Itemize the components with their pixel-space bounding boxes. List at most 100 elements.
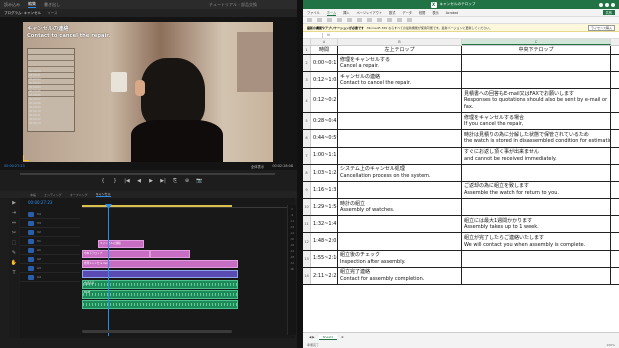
cell-upper-left-caption[interactable] <box>338 89 462 113</box>
menu-import[interactable]: 読み込み <box>4 2 20 8</box>
row-number[interactable]: 9 <box>303 181 311 199</box>
minimize-icon[interactable] <box>599 2 603 7</box>
transport-button[interactable]: ▶| <box>160 178 166 184</box>
clip-audio-a3[interactable] <box>82 300 238 309</box>
timeline-tab[interactable]: 本編 <box>30 193 36 197</box>
sum-icon[interactable] <box>397 18 402 22</box>
cell-time[interactable]: 2:11~2:23 <box>311 267 338 285</box>
cell-bottom-center-caption[interactable]: すぐにお返し頂く事が出来ません and cannot be received im… <box>462 147 611 164</box>
cell-time[interactable]: 0:12~0:27 <box>311 89 338 113</box>
ribbon-tab[interactable]: Acrobat <box>446 11 458 15</box>
clip-subtitle-v2b[interactable] <box>150 250 190 258</box>
wrap-icon[interactable] <box>347 18 352 22</box>
insert-icon[interactable] <box>387 18 392 22</box>
ribbon-tab[interactable]: 校閲 <box>419 10 425 15</box>
add-sheet-icon[interactable]: ⊕ <box>341 335 344 339</box>
cell-time[interactable]: 1:29~1:54 <box>311 199 338 216</box>
clip-audio-a1[interactable]: 会話音声 <box>82 280 238 289</box>
tool-icon[interactable]: ✎ <box>12 250 16 256</box>
cell-bottom-center-caption[interactable] <box>462 55 611 72</box>
cell-bottom-center-caption[interactable] <box>462 199 611 216</box>
cell-upper-left-caption[interactable] <box>338 147 462 164</box>
cell-time[interactable]: 1:00~1:15 <box>311 147 338 164</box>
cell-time[interactable]: 1:48~2:03 <box>311 233 338 250</box>
track-target-toggle[interactable] <box>28 256 34 262</box>
transport-button[interactable]: ⊕ <box>184 178 190 184</box>
work-area-bar[interactable] <box>82 205 232 207</box>
menu-export[interactable]: 書き出し <box>44 2 60 8</box>
monitor-fit-select[interactable]: 全体表示 <box>251 164 265 169</box>
timeline-timecode[interactable]: 00:00:27:23 <box>28 200 52 205</box>
name-box[interactable] <box>305 32 323 38</box>
cell-upper-left-caption[interactable]: 組立後のチェック Inspection after assembly. <box>338 250 462 267</box>
cell-time[interactable]: 1:03~1:28 <box>311 164 338 181</box>
timeline-ruler[interactable] <box>82 201 294 208</box>
ribbon-tab[interactable]: 表示 <box>432 10 438 15</box>
row-number[interactable]: 7 <box>303 147 311 164</box>
ribbon-tab[interactable]: ページレイアウト <box>357 10 382 15</box>
fx-icon[interactable]: fx <box>327 33 330 37</box>
cell-upper-left-caption[interactable]: キャンセルの連絡 Contact to cancel the repair. <box>338 72 462 89</box>
clip-video-v1[interactable]: 修理キャンセル.mp4 <box>82 260 238 268</box>
cell-upper-left-caption[interactable]: 時計の組立 Assembly of watches. <box>338 199 462 216</box>
cell-time[interactable]: 1:55~2:10 <box>311 250 338 267</box>
cell-bottom-center-caption[interactable] <box>462 164 611 181</box>
zoom-level[interactable]: 100% <box>606 343 615 347</box>
tab-program[interactable]: プログラム: キャンセル <box>4 11 41 16</box>
cell-time[interactable]: 0:00~0:12 <box>311 55 338 72</box>
cell-upper-left-caption[interactable]: 組立完了連絡 Contact for assembly completion. <box>338 267 462 285</box>
clip-title-v3[interactable]: キャンセルの連絡 <box>98 240 144 248</box>
ribbon-tab[interactable]: データ <box>402 10 412 15</box>
header-cell-bottom-center[interactable]: 中央下テロップ <box>462 46 611 54</box>
clip-subtitle-v2[interactable]: 中央下テロップ <box>82 250 150 258</box>
transport-button[interactable]: ◀ <box>136 178 142 184</box>
track-target-toggle[interactable] <box>28 229 34 235</box>
ribbon-tab[interactable]: 挿入 <box>343 10 349 15</box>
timeline-tab[interactable]: オープニング <box>70 193 88 197</box>
cell-time[interactable]: 0:12~1:02 <box>311 72 338 89</box>
number-format-icon[interactable] <box>357 18 362 22</box>
track-target-toggle[interactable] <box>28 247 34 253</box>
row-number[interactable]: 14 <box>303 267 311 285</box>
ribbon-tab[interactable]: ホーム <box>326 10 337 16</box>
track-target-toggle[interactable] <box>28 220 34 226</box>
cell-upper-left-caption[interactable] <box>338 113 462 130</box>
row-number[interactable]: 10 <box>303 199 311 216</box>
header-cell-time[interactable]: 時間 <box>311 46 338 54</box>
row-number[interactable]: 8 <box>303 164 311 181</box>
timeline-scrollbar[interactable] <box>82 330 232 333</box>
cell-time[interactable]: 1:32~1:47 <box>311 216 338 233</box>
cell-bottom-center-caption[interactable]: 組立が完了したらご連絡いたします We will contact you when… <box>462 233 611 250</box>
transport-button[interactable]: ⎘ <box>172 178 178 184</box>
column-header-a[interactable]: A <box>311 39 338 45</box>
column-header-c[interactable]: C <box>462 39 611 45</box>
cell-upper-left-caption[interactable] <box>338 216 462 233</box>
maximize-icon[interactable] <box>605 2 609 7</box>
tool-icon[interactable]: ⇥ <box>12 210 16 216</box>
row-number[interactable]: 5 <box>303 113 311 130</box>
cell-upper-left-caption[interactable]: 修理をキャンセルする Cancel a repair. <box>338 55 462 72</box>
sort-icon[interactable] <box>407 18 412 22</box>
cell-bottom-center-caption[interactable] <box>462 250 611 267</box>
cell-styles-icon[interactable] <box>377 18 382 22</box>
tab-source[interactable]: ソース <box>47 11 57 16</box>
select-all-corner[interactable] <box>303 39 311 45</box>
transport-button[interactable]: } <box>112 178 118 184</box>
cell-bottom-center-caption[interactable]: 見積書への回答もE-mail又はFAXでお願いします Responses to q… <box>462 89 611 113</box>
clip-audio-a2[interactable]: BGM <box>82 290 238 299</box>
sheet-tab[interactable]: Sheet1 <box>318 334 338 340</box>
cell-bottom-center-caption[interactable]: ご返却の為に組立を致します Assemble the watch for retu… <box>462 181 611 199</box>
track-target-toggle[interactable] <box>28 274 34 280</box>
row-number[interactable]: 6 <box>303 130 311 147</box>
sheet-nav-icon[interactable]: ◀ ▶ <box>309 335 315 339</box>
cell-time[interactable]: 0:44~0:59 <box>311 130 338 147</box>
align-icon[interactable] <box>337 18 342 22</box>
paste-icon[interactable] <box>307 18 312 22</box>
cell-bottom-center-caption[interactable] <box>462 267 611 285</box>
cell-upper-left-caption[interactable] <box>338 130 462 147</box>
track-target-toggle[interactable] <box>28 265 34 271</box>
row-number[interactable]: 4 <box>303 89 311 113</box>
cell-bottom-center-caption[interactable]: 修理をキャンセルする場合 If you cancel the repair, <box>462 113 611 130</box>
playhead[interactable] <box>108 208 109 336</box>
monitor-timecode[interactable]: 00:00:27:23 <box>4 164 25 168</box>
